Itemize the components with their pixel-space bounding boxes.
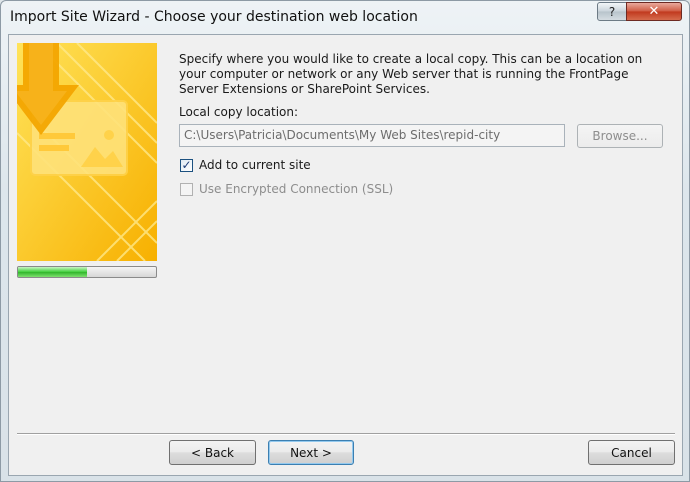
import-site-wizard-window: Import Site Wizard - Choose your destina…: [0, 0, 690, 482]
help-icon: ?: [608, 4, 616, 19]
use-ssl-checkbox[interactable]: [180, 183, 193, 196]
next-button[interactable]: Next >: [268, 440, 354, 465]
local-copy-location-label: Local copy location:: [179, 105, 299, 119]
close-icon: ✕: [648, 4, 660, 19]
wizard-client-area: Specify where you would like to create a…: [8, 34, 683, 476]
close-button[interactable]: ✕: [626, 2, 682, 21]
checkmark-icon: ✓: [181, 158, 192, 172]
back-button[interactable]: < Back: [169, 440, 256, 465]
window-title: Import Site Wizard - Choose your destina…: [10, 9, 418, 25]
add-to-current-site-checkbox[interactable]: ✓: [180, 159, 193, 172]
wizard-illustration-graphic: [17, 43, 157, 261]
wizard-progress-fill: [18, 267, 87, 277]
local-copy-location-input[interactable]: C:\Users\Patricia\Documents\My Web Sites…: [179, 124, 565, 147]
title-bar[interactable]: Import Site Wizard - Choose your destina…: [1, 1, 689, 35]
cancel-button[interactable]: Cancel: [588, 440, 675, 465]
add-to-current-site-label[interactable]: Add to current site: [199, 158, 311, 172]
browse-button[interactable]: Browse...: [577, 124, 663, 148]
help-button[interactable]: ?: [597, 2, 627, 21]
wizard-description: Specify where you would like to create a…: [179, 52, 643, 96]
use-ssl-label[interactable]: Use Encrypted Connection (SSL): [199, 182, 393, 196]
footer-separator: [17, 433, 675, 435]
wizard-progress-bar: [17, 266, 157, 278]
wizard-illustration: [17, 43, 157, 261]
